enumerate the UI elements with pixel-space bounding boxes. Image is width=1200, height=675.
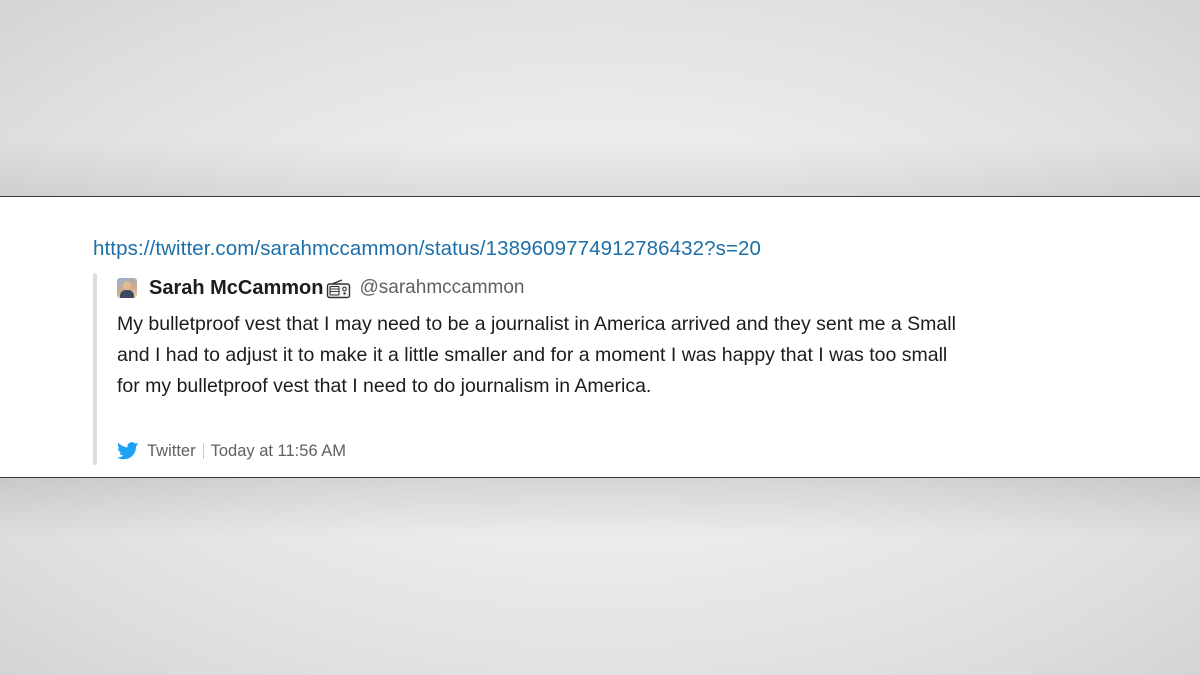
- author-avatar[interactable]: [117, 278, 137, 298]
- tweet-footer: Twitter Today at 11:56 AM: [117, 440, 346, 462]
- author-handle[interactable]: @sarahmccammon: [360, 277, 525, 299]
- tweet-timestamp[interactable]: Today at 11:56 AM: [211, 442, 346, 461]
- tweet-text: My bulletproof vest that I may need to b…: [117, 313, 956, 397]
- background-shadow-bottom: [0, 478, 1200, 538]
- tweet-link[interactable]: https://twitter.com/sarahmccammon/status…: [93, 237, 761, 261]
- tweet-source[interactable]: Twitter: [147, 442, 196, 461]
- twitter-bird-icon: [117, 442, 139, 460]
- background-shadow-top: [0, 140, 1200, 200]
- footer-divider: [202, 443, 204, 459]
- message-panel: https://twitter.com/sarahmccammon/status…: [0, 196, 1200, 478]
- radio-icon: [326, 279, 352, 299]
- author-name[interactable]: Sarah McCammon: [149, 277, 324, 300]
- tweet-author-row: Sarah McCammon @sarahmccammon: [117, 275, 525, 301]
- unfurl-quote-bar: [93, 273, 97, 465]
